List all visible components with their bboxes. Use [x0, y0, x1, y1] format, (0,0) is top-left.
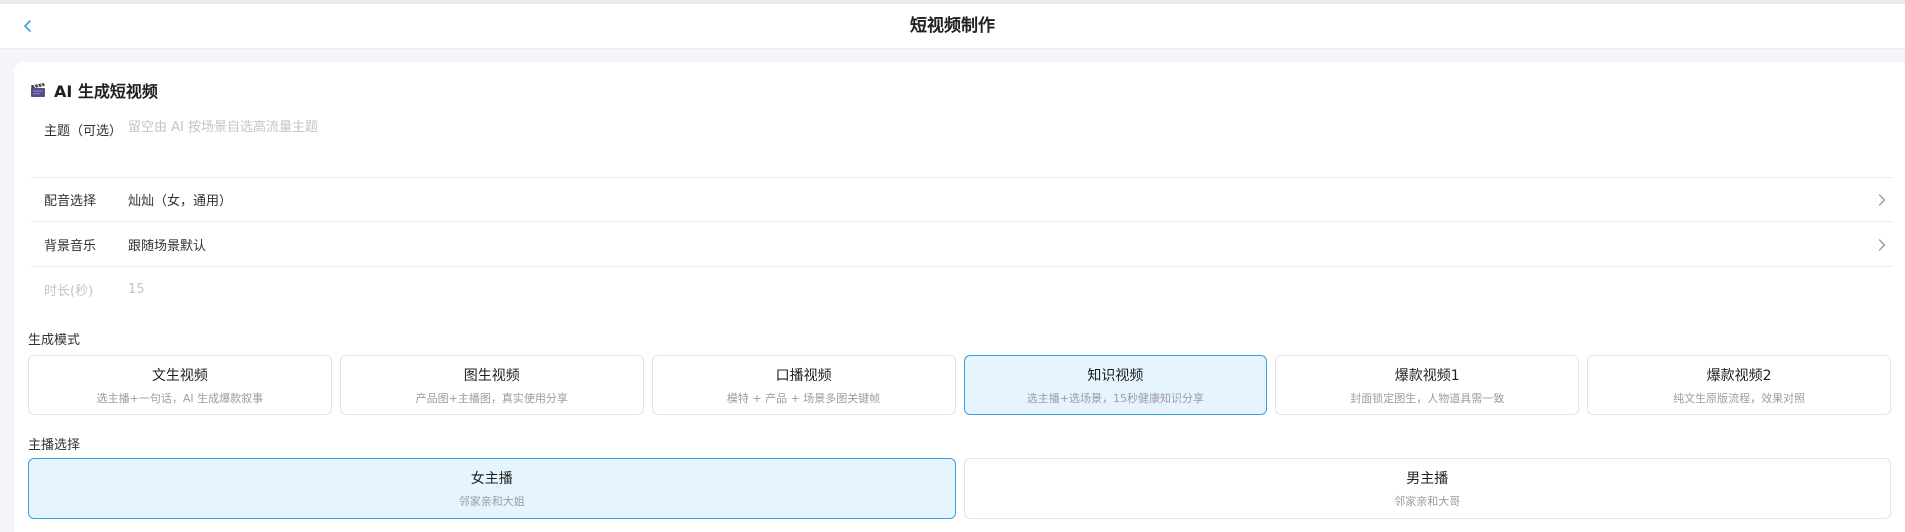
mode-option[interactable]: 口播视频 模特 + 产品 + 场景多图关键帧: [651, 355, 956, 415]
mode-desc: 模特 + 产品 + 场景多图关键帧: [726, 391, 881, 405]
mode-desc: 封面锁定图生，人物道具需一致: [1350, 391, 1505, 405]
chevron-right-icon: [1871, 193, 1893, 207]
voice-value: 灿灿（女，通用）: [128, 194, 233, 209]
card-title: AI 生成短视频: [54, 82, 158, 101]
mode-option[interactable]: 图生视频 产品图+主播图，真实使用分享: [339, 355, 644, 415]
nav-bar: 短视频制作: [0, 4, 1905, 49]
mode-name: 图生视频: [463, 367, 520, 384]
anchor-desc: 邻家亲和大哥: [1394, 495, 1461, 508]
topic-row: 主题（可选）: [30, 106, 1893, 150]
voice-label: 配音选择: [44, 194, 97, 209]
mode-desc: 选主播+一句话，AI 生成爆款叙事: [96, 391, 264, 405]
mode-section-label: 生成模式: [28, 333, 81, 348]
mode-name: 文生视频: [151, 367, 208, 384]
topic-label: 主题（可选）: [44, 124, 123, 139]
mode-option[interactable]: 爆款视频2 纯文生原版流程，效果对照: [1587, 355, 1891, 415]
anchor-option[interactable]: 女主播 邻家亲和大姐: [28, 458, 956, 519]
music-row[interactable]: 背景音乐 跟随场景默认: [30, 223, 1893, 267]
clapperboard-icon: [31, 83, 45, 97]
anchor-name: 男主播: [1406, 471, 1449, 487]
voice-row[interactable]: 配音选择 灿灿（女，通用）: [30, 178, 1893, 222]
mode-option[interactable]: 知识视频 选主播+选场景，15秒健康知识分享: [963, 355, 1268, 415]
anchor-options: 女主播 邻家亲和大姐 男主播 邻家亲和大哥: [28, 458, 1891, 519]
mode-name: 爆款视频2: [1706, 367, 1772, 384]
chevron-right-icon: [1871, 238, 1893, 252]
anchor-option[interactable]: 男主播 邻家亲和大哥: [963, 458, 1891, 519]
music-label: 背景音乐: [44, 239, 97, 254]
anchor-section-label: 主播选择: [28, 438, 81, 453]
duration-label: 时长(秒): [44, 283, 94, 299]
mode-option[interactable]: 爆款视频1 封面锁定图生，人物道具需一致: [1275, 355, 1580, 415]
mode-name: 知识视频: [1087, 367, 1144, 384]
video-form-card: AI 生成短视频 主题（可选） 配音选择 灿灿（女，通用） 背景音乐 跟随场景默…: [14, 62, 1905, 532]
topic-input[interactable]: [128, 120, 1893, 135]
mode-desc: 选主播+选场景，15秒健康知识分享: [1026, 391, 1205, 405]
anchor-desc: 邻家亲和大姐: [458, 495, 525, 508]
mode-name: 爆款视频1: [1394, 367, 1460, 384]
anchor-name: 女主播: [470, 471, 513, 487]
duration-value: 15: [128, 281, 145, 297]
mode-desc: 纯文生原版流程，效果对照: [1673, 391, 1806, 405]
mode-options: 文生视频 选主播+一句话，AI 生成爆款叙事 图生视频 产品图+主播图，真实使用…: [28, 355, 1891, 415]
mode-option[interactable]: 文生视频 选主播+一句话，AI 生成爆款叙事: [28, 355, 332, 415]
music-value: 跟随场景默认: [128, 239, 207, 254]
page-title: 短视频制作: [910, 16, 995, 36]
duration-row: 时长(秒) 15: [30, 267, 1893, 311]
mode-name: 口播视频: [775, 367, 832, 384]
card-header: AI 生成短视频: [30, 78, 158, 102]
mode-desc: 产品图+主播图，真实使用分享: [415, 391, 568, 405]
